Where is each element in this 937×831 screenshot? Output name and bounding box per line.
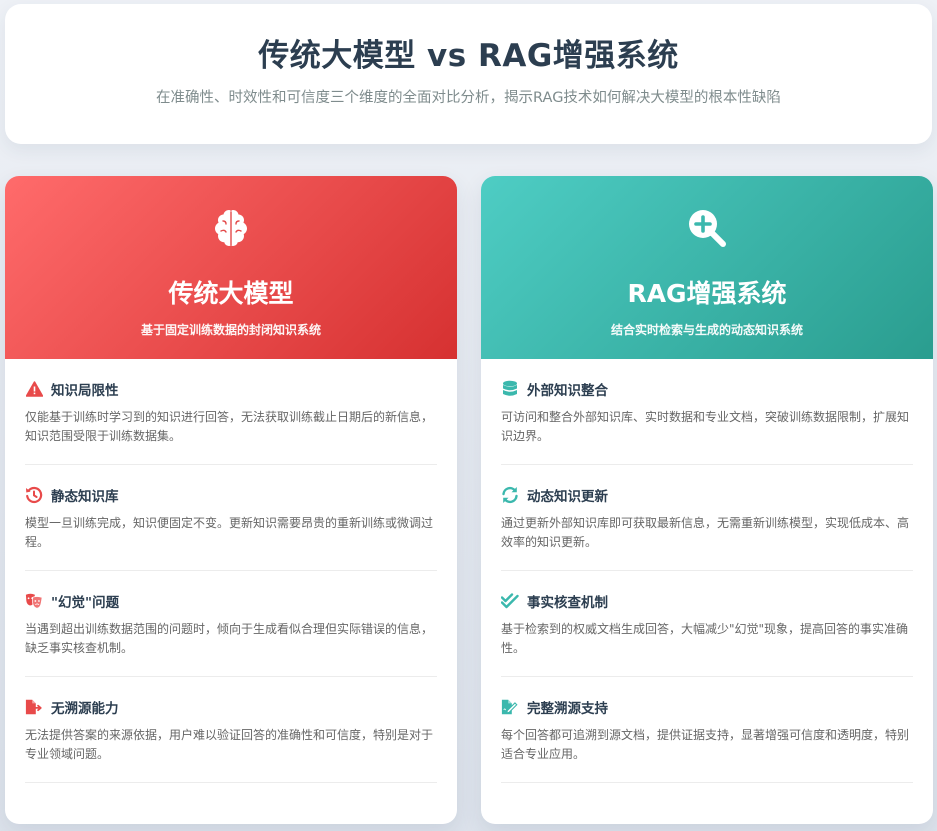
item-title: 完整溯源支持 <box>527 701 608 717</box>
list-item: 无溯源能力 无法提供答案的来源依据，用户难以验证回答的准确性和可信度，特别是对于… <box>25 677 437 783</box>
history-icon <box>25 486 43 504</box>
header-panel: 传统大模型 vs RAG增强系统 在准确性、时效性和可信度三个维度的全面对比分析… <box>5 4 932 144</box>
list-item: 知识局限性 仅能基于训练时学习到的知识进行回答，无法获取训练截止日期后的新信息，… <box>25 359 437 465</box>
item-description: 基于检索到的权威文档生成回答，大幅减少"幻觉"现象，提高回答的事实准确性。 <box>501 622 909 655</box>
item-title: 事实核查机制 <box>527 595 608 611</box>
traditional-feature-list: 知识局限性 仅能基于训练时学习到的知识进行回答，无法获取训练截止日期后的新信息，… <box>5 359 457 783</box>
rag-system-card: RAG增强系统 结合实时检索与生成的动态知识系统 外部知识整合 可访问和整合外部… <box>481 176 933 824</box>
item-description: 通过更新外部知识库即可获取最新信息，无需重新训练模型，实现低成本、高效率的知识更… <box>501 516 910 549</box>
traditional-card-header: 传统大模型 基于固定训练数据的封闭知识系统 <box>5 176 457 359</box>
rag-card-title: RAG增强系统 <box>627 279 787 308</box>
traditional-llm-card: 传统大模型 基于固定训练数据的封闭知识系统 知识局限性 仅能基于训练时学习到的知… <box>5 176 457 824</box>
item-title: 知识局限性 <box>51 383 119 399</box>
list-item: "幻觉"问题 当遇到超出训练数据范围的问题时，倾向于生成看似合理但实际错误的信息… <box>25 571 437 677</box>
item-title: 无溯源能力 <box>51 701 119 717</box>
page-subtitle: 在准确性、时效性和可信度三个维度的全面对比分析，揭示RAG技术如何解决大模型的根… <box>156 90 781 106</box>
item-title: 静态知识库 <box>51 489 119 505</box>
item-title: "幻觉"问题 <box>51 595 120 611</box>
search-plus-icon <box>689 210 726 247</box>
item-description: 模型一旦训练完成，知识便固定不变。更新知识需要昂贵的重新训练或微调过程。 <box>25 516 434 549</box>
list-item: 动态知识更新 通过更新外部知识库即可获取最新信息，无需重新训练模型，实现低成本、… <box>501 465 913 571</box>
rag-feature-list: 外部知识整合 可访问和整合外部知识库、实时数据和专业文档，突破训练数据限制，扩展… <box>481 359 933 783</box>
item-description: 无法提供答案的来源依据，用户难以验证回答的准确性和可信度，特别是对于专业领域问题… <box>25 728 434 761</box>
item-description: 可访问和整合外部知识库、实时数据和专业文档，突破训练数据限制，扩展知识边界。 <box>501 410 910 443</box>
database-icon <box>501 380 519 398</box>
list-item: 事实核查机制 基于检索到的权威文档生成回答，大幅减少"幻觉"现象，提高回答的事实… <box>501 571 913 677</box>
item-description: 当遇到超出训练数据范围的问题时，倾向于生成看似合理但实际错误的信息，缺乏事实核查… <box>25 622 434 655</box>
file-signature-icon <box>501 698 519 716</box>
file-export-icon <box>25 698 43 716</box>
theater-masks-icon <box>25 592 43 610</box>
item-description: 仅能基于训练时学习到的知识进行回答，无法获取训练截止日期后的新信息，知识范围受限… <box>25 410 434 443</box>
warning-triangle-icon <box>25 380 43 398</box>
page-title: 传统大模型 vs RAG增强系统 <box>258 38 679 74</box>
traditional-card-subtitle: 基于固定训练数据的封闭知识系统 <box>140 323 321 337</box>
list-item: 完整溯源支持 每个回答都可追溯到源文档，提供证据支持，显著增强可信度和透明度，特… <box>501 677 913 783</box>
rag-card-header: RAG增强系统 结合实时检索与生成的动态知识系统 <box>481 176 933 359</box>
rag-card-subtitle: 结合实时检索与生成的动态知识系统 <box>610 323 803 337</box>
traditional-card-title: 传统大模型 <box>168 279 294 308</box>
item-title: 动态知识更新 <box>527 489 608 505</box>
list-item: 静态知识库 模型一旦训练完成，知识便固定不变。更新知识需要昂贵的重新训练或微调过… <box>25 465 437 571</box>
double-check-icon <box>501 592 519 610</box>
sync-icon <box>501 486 519 504</box>
item-title: 外部知识整合 <box>527 383 608 399</box>
item-description: 每个回答都可追溯到源文档，提供证据支持，显著增强可信度和透明度，特别适合专业应用… <box>501 728 910 761</box>
brain-icon <box>215 210 247 246</box>
list-item: 外部知识整合 可访问和整合外部知识库、实时数据和专业文档，突破训练数据限制，扩展… <box>501 359 913 465</box>
